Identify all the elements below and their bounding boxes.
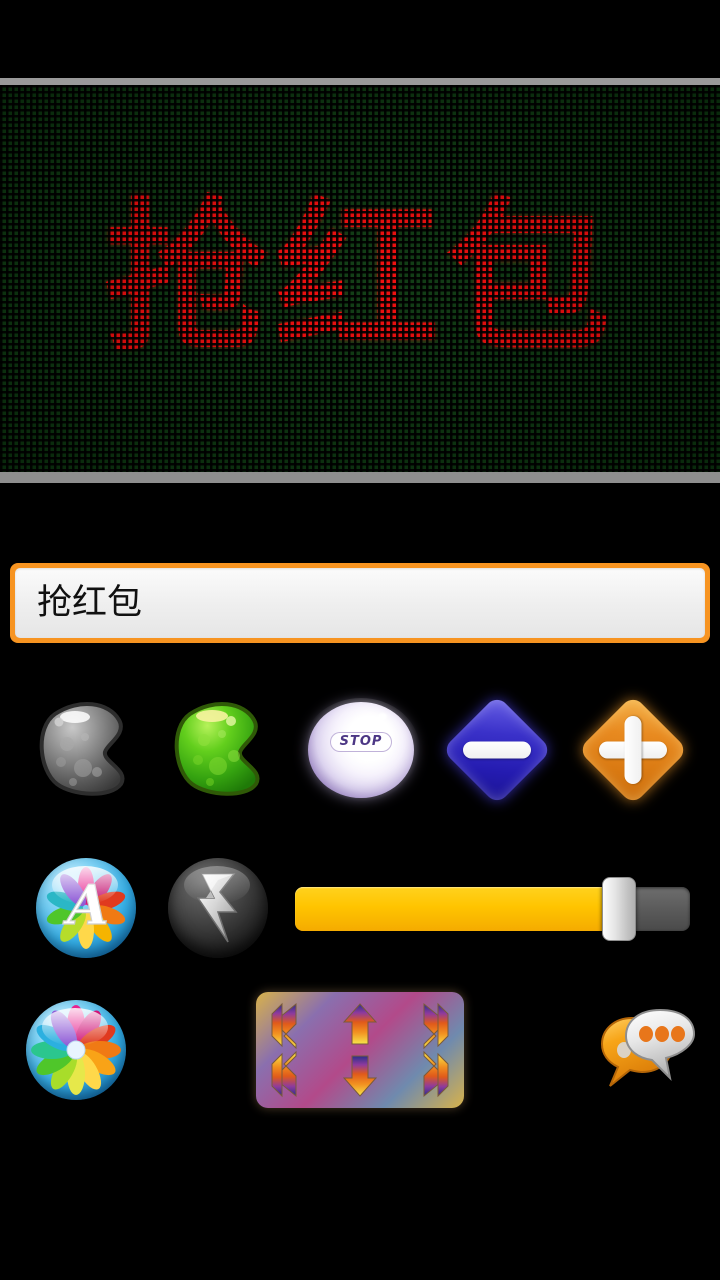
speed-slider-fill (295, 887, 619, 931)
marquee-text-input-value: 抢红包 (37, 582, 143, 623)
scroll-direction-pad-inner (262, 998, 458, 1102)
minus-button[interactable] (441, 692, 553, 808)
stop-button[interactable]: STOP (302, 698, 420, 802)
svg-text:A: A (62, 873, 109, 937)
chat-button[interactable] (596, 1002, 700, 1096)
plus-button[interactable] (577, 692, 689, 808)
color-picker-button[interactable] (26, 1000, 126, 1100)
app-root: 抢红包 抢红包 STOP A (0, 0, 720, 1280)
led-marquee-preview[interactable]: 抢红包 (0, 85, 720, 472)
blob-green-icon (174, 701, 260, 796)
speed-slider-thumb[interactable] (601, 877, 636, 941)
stop-button-label: STOP (339, 734, 383, 750)
stop-button-highlight (377, 712, 387, 720)
stop-button-pill: STOP (330, 731, 392, 752)
scroll-direction-pad[interactable] (256, 992, 464, 1108)
led-frame-bottom (0, 472, 720, 483)
minus-icon (463, 741, 531, 759)
blob-green-button[interactable] (168, 700, 280, 798)
font-style-button[interactable]: A (36, 858, 136, 958)
blob-grey-icon (39, 701, 125, 796)
blob-grey-button[interactable] (33, 700, 145, 798)
marquee-text-input-inner[interactable]: 抢红包 (15, 568, 705, 638)
direction-arrows-icon (271, 1002, 449, 1098)
marquee-text-input[interactable]: 抢红包 (10, 563, 710, 643)
speed-slider[interactable] (295, 875, 690, 943)
color-wheel-flower-icon (31, 1005, 121, 1095)
flower-a-icon: A (46, 867, 126, 949)
chat-bubbles-icon (600, 1008, 696, 1087)
lightning-bolt-icon (196, 873, 238, 943)
led-marquee-text: 抢红包 (103, 182, 617, 374)
plus-icon-vertical (624, 716, 642, 784)
flash-speed-button[interactable] (168, 858, 268, 958)
led-frame-top (0, 78, 720, 85)
